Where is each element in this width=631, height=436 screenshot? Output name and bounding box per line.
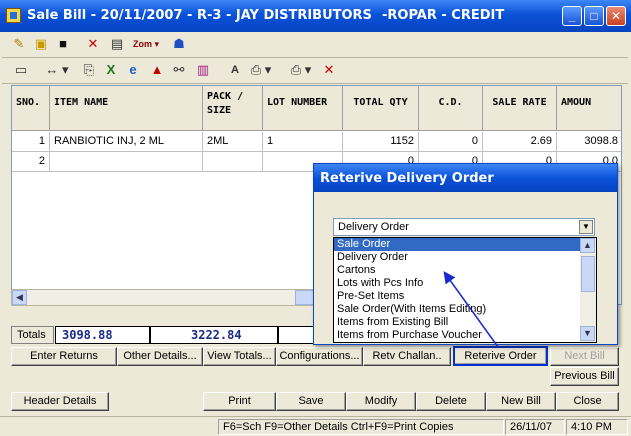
table-row-cell[interactable]: 1: [263, 132, 343, 152]
minimize-button[interactable]: _: [562, 6, 582, 26]
list-item[interactable]: Sale Order: [334, 238, 581, 251]
next-bill-button[interactable]: Next Bill: [550, 347, 619, 366]
save-button[interactable]: Save: [276, 392, 346, 411]
list-item[interactable]: Pre-Set Items: [334, 290, 581, 303]
close-window-button[interactable]: ✕: [606, 6, 626, 26]
configurations-button[interactable]: Configurations...: [276, 347, 363, 366]
list-item[interactable]: Lots with Pcs Info: [334, 277, 581, 290]
list-item[interactable]: Items from Existing Bill: [334, 316, 581, 329]
print-button[interactable]: Print: [203, 392, 276, 411]
close-button[interactable]: Close: [556, 392, 619, 411]
order-type-list[interactable]: Sale Order Delivery Order Cartons Lots w…: [333, 237, 597, 343]
totals-third: 32: [278, 326, 318, 344]
delete-icon[interactable]: ✕: [84, 35, 102, 53]
table-row-cell[interactable]: [50, 152, 203, 172]
col-header-sno[interactable]: SNO.: [12, 86, 50, 131]
zoom-label: Zom: [132, 39, 152, 49]
scroll-left-icon[interactable]: ◀: [12, 290, 27, 305]
totals-label: Totals: [11, 326, 54, 344]
enter-returns-button[interactable]: Enter Returns: [11, 347, 117, 366]
chevron-down-icon[interactable]: ▼: [579, 220, 593, 234]
preview-icon[interactable]: ⎙ ▾: [248, 61, 274, 79]
save-icon[interactable]: ■: [54, 35, 72, 53]
new-icon[interactable]: ✎: [10, 35, 28, 53]
window-title: Sale Bill - 20/11/2007 - R-3 - JAY DISTR…: [27, 8, 372, 23]
header-details-button[interactable]: Header Details: [11, 392, 109, 411]
table-row-cell[interactable]: RANBIOTIC INJ, 2 ML: [50, 132, 203, 152]
scroll-up-icon[interactable]: ▲: [580, 238, 595, 253]
retv-challan-button[interactable]: Retv Challan..: [363, 347, 451, 366]
up-arrow-icon[interactable]: ▲: [148, 61, 166, 79]
status-date: 26/11/07: [505, 419, 565, 435]
maximize-button[interactable]: □: [584, 6, 604, 26]
window-icon[interactable]: ▭: [12, 61, 30, 79]
horizontal-scrollbar[interactable]: ◀: [11, 289, 316, 306]
view-totals-button[interactable]: View Totals...: [203, 347, 276, 366]
status-hints: F6=Sch F9=Other Details Ctrl+F9=Print Co…: [218, 419, 504, 435]
table-row-cell[interactable]: 1: [12, 132, 50, 152]
other-details-button[interactable]: Other Details...: [117, 347, 203, 366]
table-row-cell[interactable]: 0: [419, 132, 483, 152]
open-icon[interactable]: ▣: [32, 35, 50, 53]
reterive-order-button[interactable]: Reterive Order: [453, 346, 548, 366]
table-row-cell[interactable]: 2ML: [203, 132, 263, 152]
delete-button[interactable]: Delete: [416, 392, 486, 411]
status-time: 4:10 PM: [566, 419, 628, 435]
window-title-right: -ROPAR - CREDIT: [382, 8, 505, 23]
col-header-item-name[interactable]: ITEM NAME: [50, 86, 203, 131]
text-icon[interactable]: A: [226, 61, 244, 79]
excel-icon[interactable]: X: [102, 61, 120, 79]
new-bill-button[interactable]: New Bill: [486, 392, 556, 411]
list-item[interactable]: Delivery Order: [334, 251, 581, 264]
cancel-icon[interactable]: ✕: [320, 61, 338, 79]
col-header-total-qty[interactable]: TOTAL QTY: [343, 86, 419, 131]
column-icon[interactable]: ↔ ▾: [42, 61, 72, 79]
col-header-cd[interactable]: C.D.: [419, 86, 483, 131]
chart-icon[interactable]: ▥: [194, 61, 212, 79]
reterive-delivery-order-dialog: Reterive Delivery Order Delivery Order ▼…: [313, 163, 618, 345]
table-row-cell[interactable]: 1152: [343, 132, 419, 152]
col-header-sale-rate[interactable]: SALE RATE: [483, 86, 557, 131]
col-header-amount[interactable]: AMOUN: [557, 86, 621, 131]
app-icon: [6, 8, 21, 23]
toolbar-main: ✎ ▣ ■ ✕ ▤ Zom ▾ ☗: [2, 32, 628, 58]
combo-value: Delivery Order: [338, 221, 409, 233]
previous-bill-button[interactable]: Previous Bill: [550, 367, 619, 386]
col-header-pack-size[interactable]: PACK / SIZE: [203, 86, 263, 131]
table-row-cell[interactable]: 2: [12, 152, 50, 172]
printer-icon[interactable]: ⎙ ▾: [286, 61, 316, 79]
table-row-cell[interactable]: 2.69: [483, 132, 557, 152]
list-scroll-thumb[interactable]: [581, 256, 595, 292]
totals-amount: 3098.88: [55, 326, 150, 344]
dialog-title: Reterive Delivery Order: [314, 164, 617, 192]
list-item[interactable]: Items from Purchase Voucher: [334, 329, 581, 342]
list-item[interactable]: Sale Order(With Items Editing): [334, 303, 581, 316]
list-scrollbar[interactable]: ▲ ▼: [580, 238, 596, 342]
totals-second: 3222.84: [150, 326, 278, 344]
users-icon[interactable]: ☗: [170, 35, 188, 53]
table-row-cell[interactable]: [203, 152, 263, 172]
zoom-icon[interactable]: Zom ▾: [132, 35, 160, 53]
list-item[interactable]: Cartons: [334, 264, 581, 277]
status-bar: F6=Sch F9=Other Details Ctrl+F9=Print Co…: [0, 416, 631, 436]
binoculars-icon[interactable]: ⚯: [170, 61, 188, 79]
scroll-down-icon[interactable]: ▼: [580, 326, 595, 341]
toolbar-secondary: ▭ ↔ ▾ ⎘ X e ▲ ⚯ ▥ A ⎙ ▾ ⎙ ▾ ✕: [2, 58, 628, 84]
copy-icon[interactable]: ⎘: [80, 61, 98, 79]
ie-icon[interactable]: e: [124, 61, 142, 79]
col-header-lot-number[interactable]: LOT NUMBER: [263, 86, 343, 131]
order-type-combo[interactable]: Delivery Order ▼: [333, 218, 595, 236]
title-bar: Sale Bill - 20/11/2007 - R-3 - JAY DISTR…: [0, 0, 631, 32]
notepad-icon[interactable]: ▤: [108, 35, 126, 53]
modify-button[interactable]: Modify: [346, 392, 416, 411]
table-row-cell[interactable]: 3098.8: [557, 132, 621, 152]
